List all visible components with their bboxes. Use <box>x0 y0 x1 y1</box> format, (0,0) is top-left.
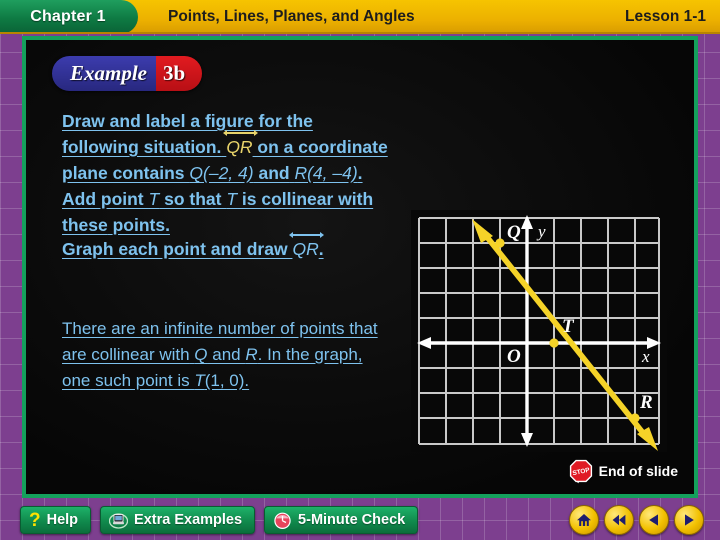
svg-text:O: O <box>507 346 521 367</box>
rewind-button[interactable] <box>604 505 634 535</box>
example-badge: Example 3b <box>52 56 203 91</box>
segment-qr-notation-1: QR <box>223 130 258 160</box>
help-button-label: Help <box>46 512 79 528</box>
page-title: Points, Lines, Planes, and Angles <box>168 8 415 25</box>
step-instruction-pre: Graph each point and draw <box>62 239 293 259</box>
header-bar: Chapter 1 Points, Lines, Planes, and Ang… <box>0 0 720 34</box>
five-minute-check-button[interactable]: 5-Minute Check <box>264 506 419 534</box>
lesson-label: Lesson 1-1 <box>625 8 706 25</box>
clock-icon <box>273 511 292 530</box>
problem-line-2b: and <box>253 163 290 183</box>
example-word: Example <box>70 61 147 85</box>
computer-icon <box>108 511 129 530</box>
segment-qr-label-2: QR <box>292 239 319 259</box>
explanation-text: There are an infinite number of points t… <box>62 316 382 394</box>
previous-button[interactable] <box>639 505 669 535</box>
stop-sign-icon: STOP <box>568 458 594 484</box>
double-left-arrow-icon <box>612 514 626 526</box>
svg-text:T: T <box>562 316 575 337</box>
point-q-coords: Q(–2, 4) <box>189 163 254 183</box>
help-button[interactable]: ? Help <box>20 506 92 534</box>
explanation-point-t: T <box>194 371 205 390</box>
coordinate-plane-graph: Q y T O x R <box>411 210 667 452</box>
problem-line-4: points. <box>112 215 170 235</box>
explanation-and: and <box>207 345 246 364</box>
example-badge-left: Example <box>52 56 156 91</box>
end-of-slide-indicator: STOP End of slide <box>568 458 678 484</box>
home-button[interactable] <box>569 505 599 535</box>
explanation-point-t-coords: (1, 0). <box>204 371 250 390</box>
svg-text:y: y <box>536 222 546 241</box>
step-instruction-post: . <box>318 239 324 259</box>
home-icon <box>577 514 591 526</box>
problem-statement: Draw and label a figure for the followin… <box>62 108 392 238</box>
segment-qr-notation-2: QR <box>289 232 324 262</box>
point-r-coords: R(4, –4) <box>294 163 358 183</box>
svg-text:x: x <box>641 347 650 366</box>
explanation-line-4-pre: such point is <box>95 371 195 390</box>
five-minute-check-button-label: 5-Minute Check <box>298 512 406 528</box>
header-divider <box>0 32 720 34</box>
chapter-badge: Chapter 1 <box>0 0 138 34</box>
left-arrow-icon <box>649 514 658 526</box>
next-button[interactable] <box>674 505 704 535</box>
step-instruction: Graph each point and draw QR. <box>62 232 392 262</box>
example-badge-right: 3b <box>156 56 203 91</box>
extra-examples-button-label: Extra Examples <box>134 512 243 528</box>
problem-line-3b: so that <box>159 189 227 209</box>
end-of-slide-label: End of slide <box>598 463 678 479</box>
explanation-line-1: There are an infinite number <box>62 319 276 338</box>
svg-text:Q: Q <box>507 222 521 243</box>
navigation-button-row <box>569 505 704 535</box>
example-number: 3b <box>163 61 186 85</box>
content-panel-frame: Example 3b Draw and label a figure for t… <box>22 36 698 498</box>
action-button-row: ? Help Extra Examples 5-Minute Check <box>20 506 419 534</box>
svg-text:R: R <box>639 392 653 413</box>
chapter-label: Chapter 1 <box>30 8 106 25</box>
explanation-point-q: Q <box>194 345 208 364</box>
point-t-ref-1: T <box>148 189 160 209</box>
point-t-ref-2: T <box>226 189 238 209</box>
right-arrow-icon <box>685 514 694 526</box>
extra-examples-button[interactable]: Extra Examples <box>100 506 256 534</box>
question-mark-icon: ? <box>29 509 41 531</box>
content-panel: Example 3b Draw and label a figure for t… <box>26 40 694 494</box>
explanation-point-r: R <box>245 345 258 364</box>
segment-qr-label-1: QR <box>226 137 253 157</box>
slide-root: Chapter 1 Points, Lines, Planes, and Ang… <box>0 0 720 540</box>
